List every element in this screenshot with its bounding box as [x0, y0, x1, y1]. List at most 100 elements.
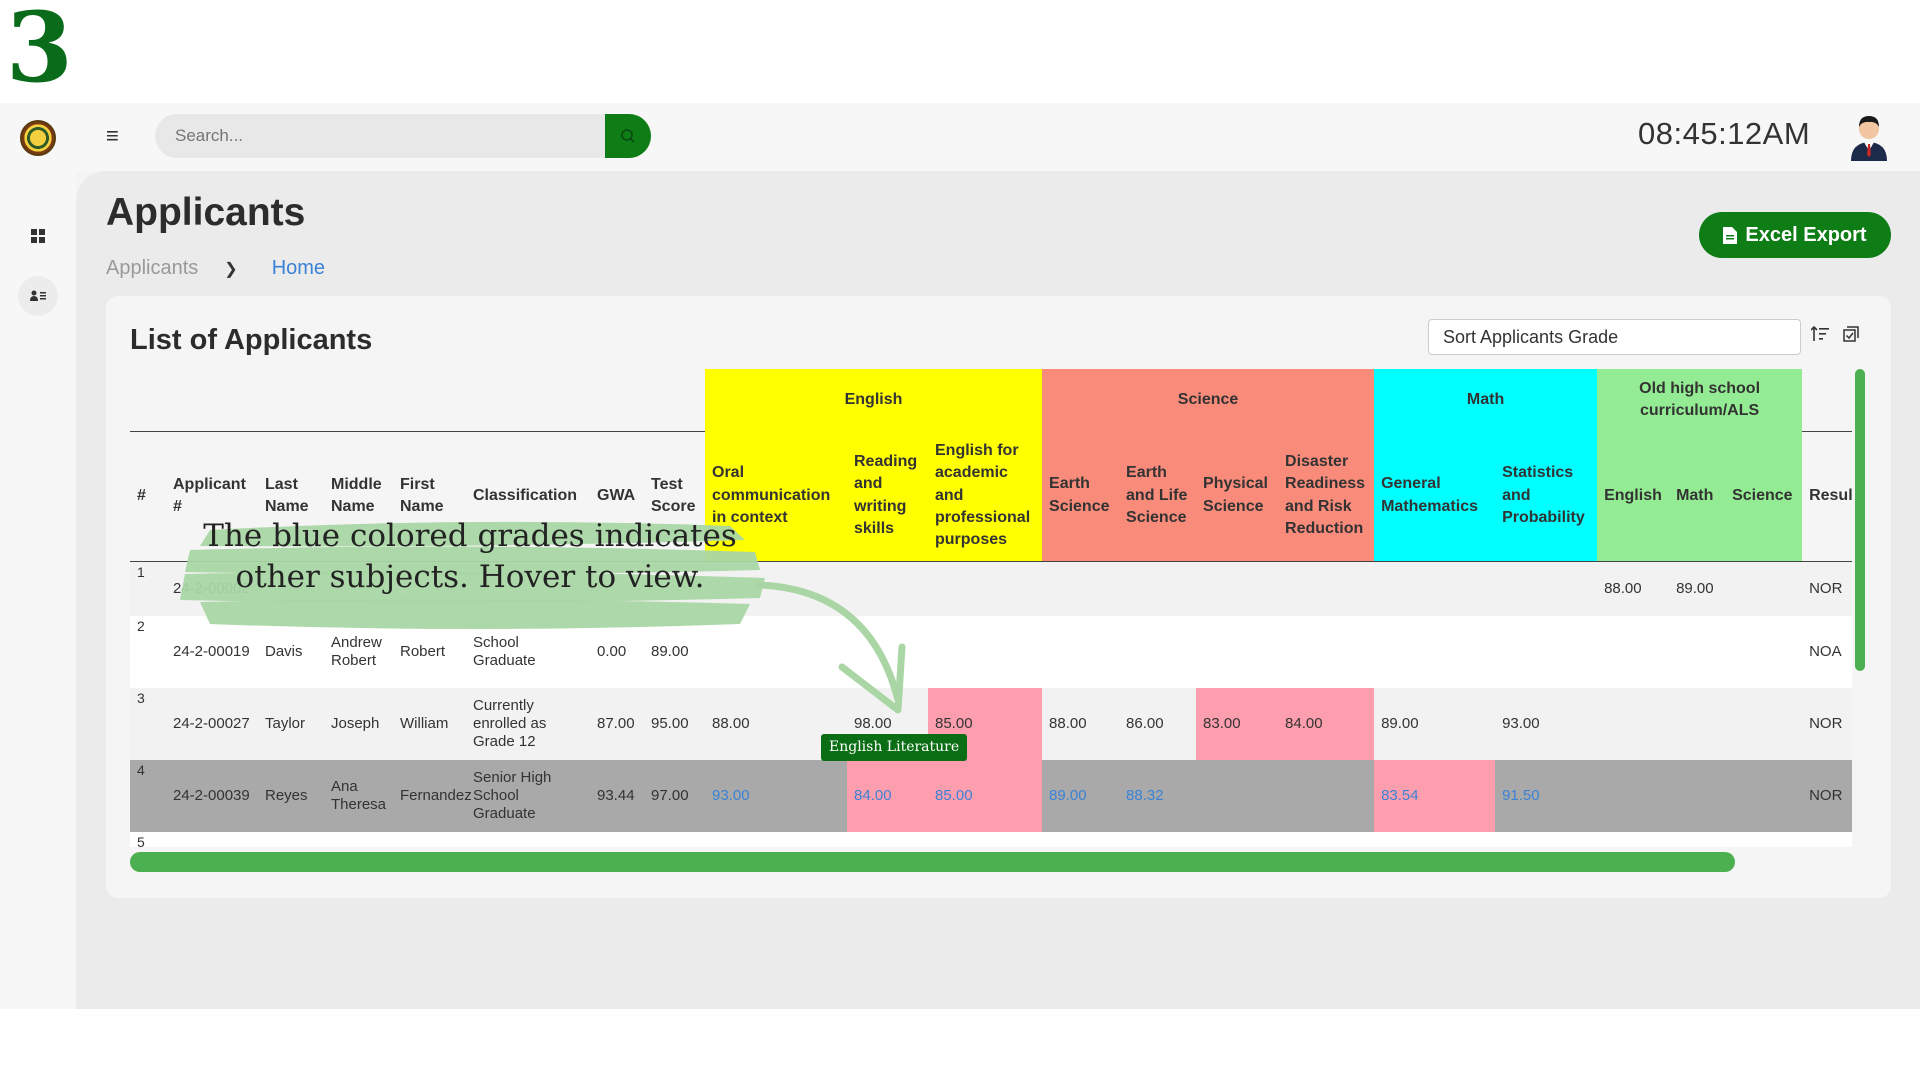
cell-general-math[interactable]: 83.54 — [1374, 760, 1496, 832]
cell-drrr — [1278, 616, 1375, 688]
col-drrr[interactable]: Disaster Readiness and Risk Reduction — [1278, 431, 1375, 561]
page-title: Applicants — [106, 191, 306, 234]
col-statistics[interactable]: Statistics and Probability — [1495, 431, 1598, 561]
cell-reading-writing[interactable]: 84.00 — [847, 760, 928, 832]
cell-statistics — [1495, 561, 1598, 616]
cell-old-math — [1669, 616, 1726, 688]
table-row[interactable]: 4 24-2-00039 Reyes Ana Theresa Fernandez… — [130, 760, 1852, 832]
col-general-math[interactable]: General Mathematics — [1374, 431, 1496, 561]
applicants-icon[interactable] — [14, 272, 62, 320]
cell-old-english: 88.00 — [1597, 561, 1670, 616]
table-row[interactable]: 5 — [130, 832, 1852, 847]
cell-physical-science — [1196, 760, 1279, 832]
col-english-academic[interactable]: English for academic and professional pu… — [928, 431, 1043, 561]
table-row[interactable]: 3 24-2-00027 Taylor Joseph William Curre… — [130, 688, 1852, 760]
group-math: Math — [1374, 369, 1598, 431]
search-bar — [155, 114, 651, 158]
annotation-arrow-icon — [756, 581, 906, 714]
group-english: English — [705, 369, 1043, 431]
cell-earth-life-science[interactable]: 88.32 — [1119, 760, 1197, 832]
cell-statistics: 93.00 — [1495, 688, 1598, 760]
school-logo — [20, 120, 56, 156]
cell-earth-science[interactable]: 89.00 — [1042, 760, 1120, 832]
table-group-header: English Science Math Old high school cur… — [130, 369, 1852, 432]
cell-middle-name: Joseph — [324, 688, 393, 760]
cell-earth-life-science — [1119, 561, 1197, 616]
file-icon — [1723, 226, 1738, 244]
cell-old-math: 89.00 — [1669, 561, 1726, 616]
cell-earth-life-science: 86.00 — [1119, 688, 1197, 760]
cell-classification: Currently enrolled as Grade 12 — [466, 688, 590, 760]
col-earth-life-science[interactable]: Earth and Life Science — [1119, 431, 1197, 561]
vertical-scrollbar[interactable] — [1855, 369, 1865, 671]
cell-drrr: 84.00 — [1278, 688, 1375, 760]
col-old-english[interactable]: English — [1597, 431, 1670, 561]
col-index[interactable]: # — [130, 431, 166, 561]
cell-classification: Senior High School Graduate — [466, 760, 590, 832]
cell-earth-science: 88.00 — [1042, 688, 1120, 760]
col-old-math[interactable]: Math — [1669, 431, 1726, 561]
cell-earth-science — [1042, 561, 1120, 616]
cell-first-name: William — [393, 688, 466, 760]
hamburger-icon[interactable]: ≡ — [106, 123, 119, 149]
col-physical-science[interactable]: Physical Science — [1196, 431, 1279, 561]
cell-general-math — [1374, 561, 1496, 616]
cell-middle-name: Ana Theresa — [324, 760, 393, 832]
step-number: 3 — [6, 0, 73, 104]
excel-export-button[interactable]: Excel Export — [1699, 212, 1891, 258]
cell-applicant-number: 24-2-00027 — [166, 688, 258, 760]
cell-general-math: 89.00 — [1374, 688, 1496, 760]
cell-result: NOR — [1802, 760, 1852, 832]
cell-physical-science — [1196, 616, 1279, 688]
horizontal-scrollbar[interactable] — [130, 852, 1735, 872]
col-reading-writing[interactable]: Reading and writing skills — [847, 431, 928, 561]
group-empty-result — [1802, 369, 1852, 432]
cell-last-name: Taylor — [258, 688, 324, 760]
sort-icon[interactable] — [1810, 325, 1829, 347]
cell-truncated — [166, 832, 1852, 847]
cell-physical-science: 83.00 — [1196, 688, 1279, 760]
search-button[interactable] — [605, 114, 651, 158]
cell-gwa: 87.00 — [590, 688, 644, 760]
group-empty — [130, 369, 705, 432]
excel-export-label: Excel Export — [1745, 223, 1867, 246]
cell-oral[interactable]: 93.00 — [705, 760, 847, 832]
cell-general-math — [1374, 616, 1496, 688]
cell-index: 2 — [130, 616, 166, 688]
cell-test-score: 95.00 — [644, 688, 705, 760]
col-old-science[interactable]: Science — [1725, 431, 1803, 561]
cell-result: NOR — [1802, 561, 1852, 616]
cell-english-academic[interactable]: 85.00 — [928, 760, 1043, 832]
cell-index: 5 — [130, 832, 166, 847]
cell-english-academic — [928, 561, 1043, 616]
cell-last-name: Reyes — [258, 760, 324, 832]
breadcrumb-applicants[interactable]: Applicants — [106, 257, 198, 280]
sort-select[interactable]: Sort Applicants Grade — [1428, 319, 1801, 355]
breadcrumb: Applicants ❯ Home — [106, 257, 325, 280]
cell-old-english — [1597, 688, 1670, 760]
cell-old-english — [1597, 616, 1670, 688]
search-input[interactable] — [155, 114, 607, 158]
col-result[interactable]: Result — [1802, 431, 1852, 561]
user-avatar[interactable] — [1845, 111, 1893, 161]
cell-statistics[interactable]: 91.50 — [1495, 760, 1598, 832]
grade-tooltip: English Literature — [821, 734, 968, 761]
sidebar — [0, 171, 76, 1009]
cell-drrr — [1278, 561, 1375, 616]
dashboard-icon[interactable] — [14, 212, 62, 260]
col-earth-science[interactable]: Earth Science — [1042, 431, 1120, 561]
select-columns-icon[interactable] — [1843, 326, 1859, 347]
cell-old-science — [1725, 616, 1803, 688]
cell-old-science — [1725, 688, 1803, 760]
card-title: List of Applicants — [130, 324, 373, 356]
cell-old-math — [1669, 688, 1726, 760]
breadcrumb-home[interactable]: Home — [272, 257, 325, 280]
cell-old-english — [1597, 760, 1670, 832]
cell-index: 3 — [130, 688, 166, 760]
top-bar: ≡ 08:45:12AM — [0, 103, 1920, 171]
cell-earth-science — [1042, 616, 1120, 688]
cell-applicant-number: 24-2-00039 — [166, 760, 258, 832]
chevron-right-icon: ❯ — [224, 260, 238, 278]
annotation-text: The blue colored grades indicates other … — [203, 518, 737, 595]
cell-old-math — [1669, 760, 1726, 832]
